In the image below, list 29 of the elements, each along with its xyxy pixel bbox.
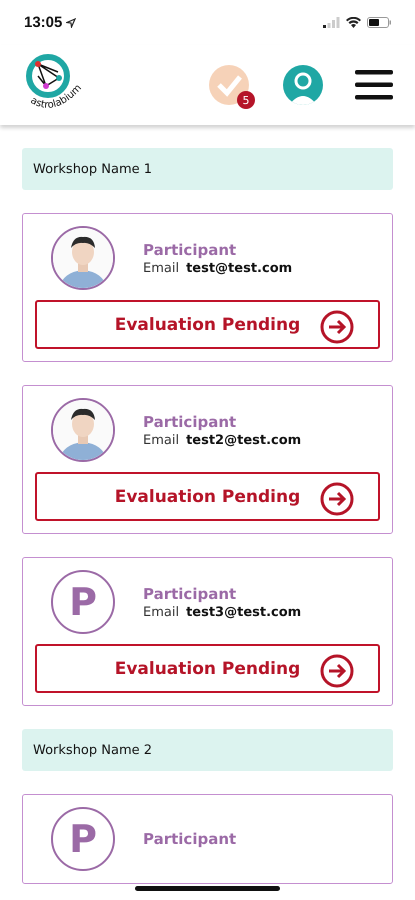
evaluation-button[interactable]: Evaluation Pending bbox=[35, 300, 380, 349]
arrow-right-icon bbox=[320, 310, 354, 344]
participant-role: Participant bbox=[143, 830, 236, 848]
avatar-letter: P bbox=[69, 817, 97, 861]
email-value: test2@test.com bbox=[186, 432, 302, 448]
email-label: Email bbox=[143, 604, 180, 620]
workshop-name: Workshop Name 2 bbox=[22, 729, 393, 771]
menu-icon[interactable] bbox=[355, 70, 393, 100]
notification-badge: 5 bbox=[237, 91, 255, 109]
email-value: test3@test.com bbox=[186, 604, 302, 620]
status-time: 13:05 bbox=[24, 14, 62, 31]
participant-role: Participant bbox=[143, 412, 238, 430]
workshop-name: Workshop Name 1 bbox=[22, 148, 393, 190]
profile-icon[interactable] bbox=[283, 65, 323, 105]
arrow-right-icon bbox=[320, 654, 354, 688]
participant-role: Participant bbox=[143, 240, 238, 258]
battery-icon bbox=[367, 17, 391, 28]
wifi-icon bbox=[346, 17, 361, 28]
location-icon bbox=[66, 18, 76, 28]
checkmark-icon[interactable] bbox=[209, 65, 249, 105]
participant-role: Participant bbox=[143, 584, 238, 602]
email-label: Email bbox=[143, 432, 180, 448]
signal-icon bbox=[323, 17, 340, 28]
email-value: test@test.com bbox=[186, 260, 292, 276]
avatar-letter: P bbox=[69, 580, 97, 624]
email-label: Email bbox=[143, 260, 180, 276]
evaluation-button[interactable]: Evaluation Pending bbox=[35, 644, 380, 693]
evaluation-button[interactable]: Evaluation Pending bbox=[35, 472, 380, 521]
arrow-right-icon bbox=[320, 482, 354, 516]
